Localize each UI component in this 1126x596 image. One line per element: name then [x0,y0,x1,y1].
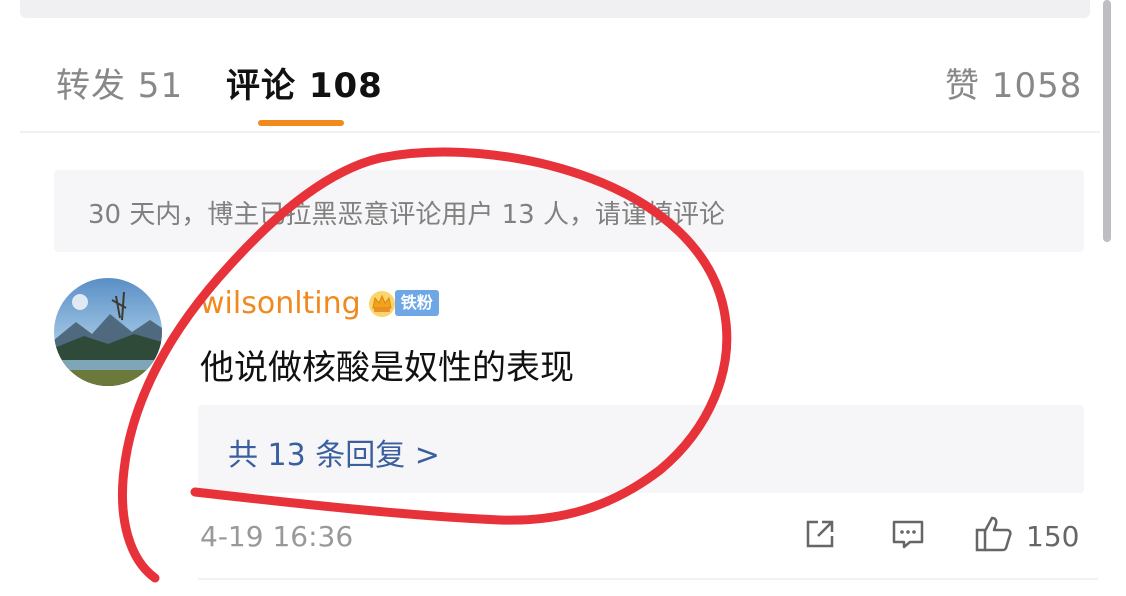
reply-button[interactable] [888,514,928,558]
share-icon [800,514,840,558]
interaction-tabs: 转发 51 评论 108 赞 1058 [0,40,1100,130]
fan-badge: 铁粉 [394,290,439,316]
view-replies-link[interactable]: 共 13 条回复 > [228,430,440,474]
active-tab-indicator [258,120,344,126]
comment-timestamp: 4-19 16:36 [200,520,354,553]
tab-comments[interactable]: 评论 108 [226,58,383,107]
username[interactable]: wilsonlting [200,286,361,321]
notice-text: 30 天内，博主已拉黑恶意评论用户 13 人，请谨慎评论 [88,200,725,230]
tab-repost[interactable]: 转发 51 [56,58,183,107]
crown-badge-icon [367,288,397,318]
previous-content-strip [20,0,1090,18]
blocked-users-notice: 30 天内，博主已拉黑恶意评论用户 13 人，请谨慎评论 [54,170,1084,252]
tab-likes[interactable]: 赞 1058 [945,58,1082,107]
avatar[interactable] [54,278,162,386]
thumbs-up-icon [972,512,1016,560]
share-button[interactable] [800,514,840,558]
replies-box[interactable]: 共 13 条回复 > [198,405,1084,493]
scrollbar-thumb[interactable] [1103,0,1111,242]
comment-text: 他说做核酸是奴性的表现 [200,348,574,388]
like-count: 150 [1026,519,1080,553]
comment-author: wilsonlting 铁粉 [200,285,439,321]
like-button[interactable]: 150 [972,514,1079,558]
comment-icon [888,514,928,558]
comment-divider [198,578,1098,580]
tabs-divider [20,131,1100,133]
